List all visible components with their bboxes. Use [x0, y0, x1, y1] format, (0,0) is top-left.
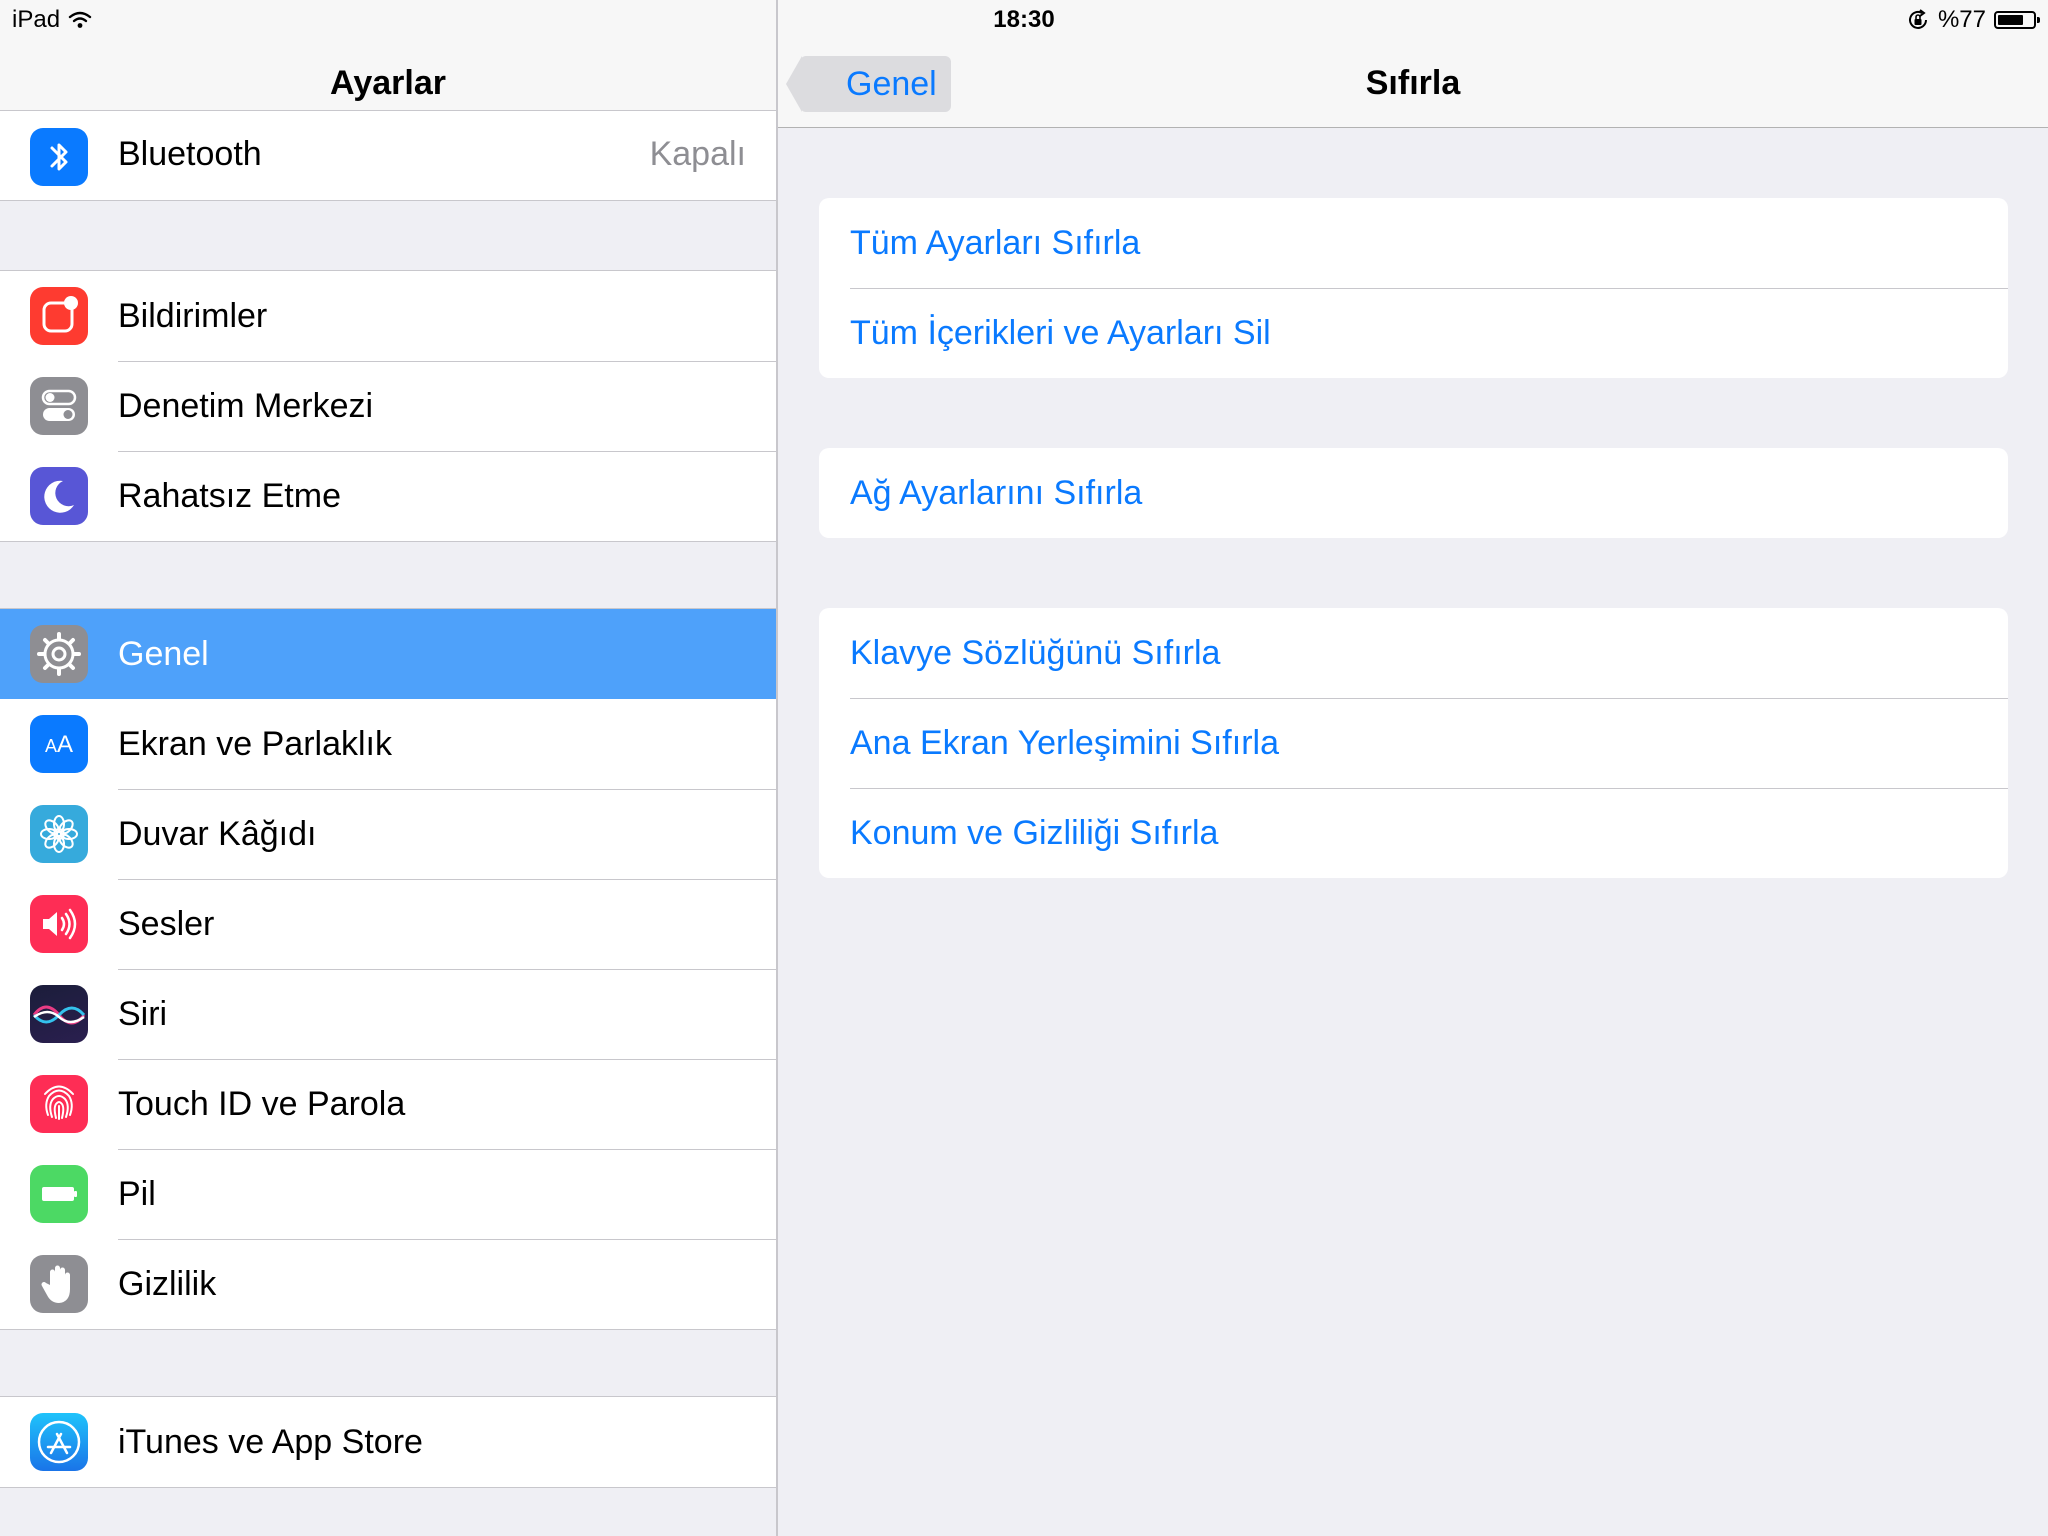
erase-all-content-button[interactable]: Tüm İçerikleri ve Ayarları Sil — [819, 288, 2008, 378]
row-label: Tüm İçerikleri ve Ayarları Sil — [850, 313, 1271, 352]
notifications-icon — [30, 287, 88, 345]
gear-icon — [30, 625, 88, 683]
row-label: Sesler — [118, 904, 215, 943]
store-group: iTunes ve App Store — [0, 1396, 776, 1488]
orientation-lock-icon — [1908, 9, 1927, 29]
connectivity-group: Bluetooth Kapalı — [0, 110, 776, 201]
status-time: 18:30 — [993, 6, 1055, 33]
settings-row-battery[interactable]: Pil — [0, 1149, 776, 1239]
row-label: iTunes ve App Store — [118, 1422, 423, 1461]
battery-level-icon — [1994, 11, 2040, 29]
row-label: Siri — [118, 994, 168, 1033]
status-bar: iPad 18:30 %77 — [0, 0, 2048, 40]
speaker-icon — [30, 895, 88, 953]
row-label: Konum ve Gizliliği Sıfırla — [850, 813, 1219, 852]
settings-row-app-store[interactable]: iTunes ve App Store — [0, 1397, 776, 1487]
siri-icon — [30, 985, 88, 1043]
row-label: Ekran ve Parlaklık — [118, 724, 392, 763]
reset-keyboard-dictionary-button[interactable]: Klavye Sözlüğünü Sıfırla — [819, 608, 2008, 698]
settings-row-notifications[interactable]: Bildirimler — [0, 271, 776, 361]
settings-row-wallpaper[interactable]: Duvar Kâğıdı — [0, 789, 776, 879]
control-center-icon — [30, 377, 88, 435]
row-label: Genel — [118, 634, 209, 673]
settings-row-bluetooth[interactable]: Bluetooth Kapalı — [0, 111, 776, 200]
display-brightness-icon: AA — [30, 715, 88, 773]
row-label: Duvar Kâğıdı — [118, 814, 317, 853]
settings-row-sounds[interactable]: Sesler — [0, 879, 776, 969]
svg-text:AA: AA — [45, 731, 73, 758]
notifications-group: Bildirimler Denetim Merkezi Rahatsız Etm… — [0, 270, 776, 542]
hand-icon — [30, 1255, 88, 1313]
row-label: Gizlilik — [118, 1264, 217, 1303]
row-label: Tüm Ayarları Sıfırla — [850, 223, 1141, 262]
reset-all-settings-button[interactable]: Tüm Ayarları Sıfırla — [819, 198, 2008, 288]
row-label: Denetim Merkezi — [118, 386, 374, 425]
app-store-icon — [30, 1413, 88, 1471]
settings-row-display[interactable]: AA Ekran ve Parlaklık — [0, 699, 776, 789]
row-label: Bluetooth — [118, 135, 262, 173]
settings-row-siri[interactable]: Siri — [0, 969, 776, 1059]
row-label: Rahatsız Etme — [118, 476, 341, 515]
page-title: Sıfırla — [1365, 64, 1461, 102]
network-reset-group: Ağ Ayarlarını Sıfırla — [819, 448, 2008, 538]
reset-network-settings-button[interactable]: Ağ Ayarlarını Sıfırla — [819, 448, 2008, 538]
row-label: Ana Ekran Yerleşimini Sıfırla — [850, 723, 1279, 762]
wallpaper-flower-icon — [30, 805, 88, 863]
reset-location-privacy-button[interactable]: Konum ve Gizliliği Sıfırla — [819, 788, 2008, 878]
status-right: %77 — [1906, 6, 2040, 34]
row-label: Ağ Ayarlarını Sıfırla — [850, 473, 1143, 512]
reset-detail-pane: Genel Sıfırla Tüm Ayarları Sıfırla Tüm İ… — [778, 0, 2048, 1536]
settings-master-pane: Ayarlar Bluetooth Kapalı Bildirimler Den… — [0, 0, 778, 1536]
battery-percentage: %77 — [1937, 6, 1986, 33]
row-label: Pil — [118, 1174, 156, 1213]
reset-home-screen-layout-button[interactable]: Ana Ekran Yerleşimini Sıfırla — [819, 698, 2008, 788]
reset-all-group: Tüm Ayarları Sıfırla Tüm İçerikleri ve A… — [819, 198, 2008, 378]
settings-row-control-center[interactable]: Denetim Merkezi — [0, 361, 776, 451]
row-label: Bildirimler — [118, 296, 268, 335]
fingerprint-icon — [30, 1075, 88, 1133]
bluetooth-icon — [30, 128, 88, 186]
settings-row-touch-id[interactable]: Touch ID ve Parola — [0, 1059, 776, 1149]
settings-row-general[interactable]: Genel — [0, 609, 776, 699]
misc-reset-group: Klavye Sözlüğünü Sıfırla Ana Ekran Yerle… — [819, 608, 2008, 878]
row-label: Klavye Sözlüğünü Sıfırla — [850, 633, 1221, 672]
battery-icon — [30, 1165, 88, 1223]
settings-row-privacy[interactable]: Gizlilik — [0, 1239, 776, 1329]
general-group: Genel AA Ekran ve Parlaklık Duvar Kâğıdı… — [0, 608, 776, 1330]
bluetooth-status: Kapalı — [649, 135, 746, 173]
settings-row-do-not-disturb[interactable]: Rahatsız Etme — [0, 451, 776, 541]
master-title: Ayarlar — [330, 64, 446, 102]
row-label: Touch ID ve Parola — [118, 1084, 406, 1123]
moon-icon — [30, 467, 88, 525]
